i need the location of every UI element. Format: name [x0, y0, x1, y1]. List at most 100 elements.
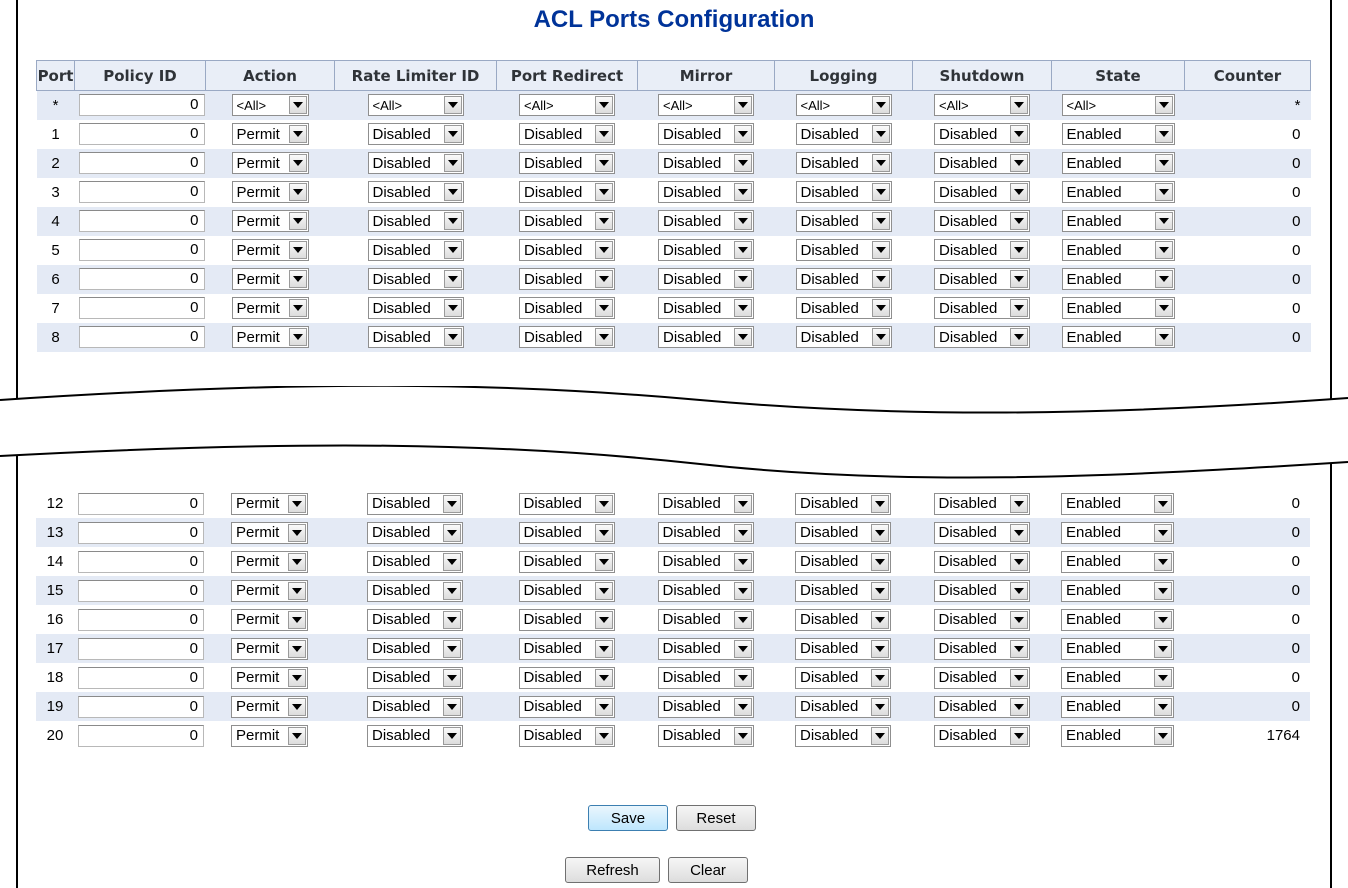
shutdown-select[interactable]: Disabled — [934, 210, 1030, 232]
rate-limiter-select[interactable]: Disabled — [367, 637, 463, 660]
shutdown-select[interactable]: Disabled — [934, 326, 1030, 348]
state-select[interactable]: <All> — [1061, 94, 1175, 117]
logging-select[interactable]: Disabled — [795, 608, 891, 631]
chevron-down-icon[interactable] — [288, 552, 306, 571]
mirror-select[interactable]: <All> — [658, 94, 754, 117]
port-redirect-select[interactable]: Disabled — [519, 152, 615, 174]
state-select[interactable]: Enabled — [1061, 550, 1174, 573]
shutdown-select[interactable]: Disabled — [933, 724, 1030, 747]
action-select[interactable]: Permit — [231, 239, 309, 261]
port-redirect-select[interactable]: Disabled — [519, 123, 615, 145]
chevron-down-icon[interactable] — [443, 154, 462, 172]
port-redirect-select[interactable]: Disabled — [519, 297, 615, 319]
chevron-down-icon[interactable] — [1010, 183, 1028, 201]
policy-id-input[interactable]: 0 — [78, 239, 205, 261]
chevron-down-icon[interactable] — [1154, 668, 1172, 687]
chevron-down-icon[interactable] — [594, 726, 613, 745]
chevron-down-icon[interactable] — [288, 610, 306, 629]
logging-select[interactable]: Disabled — [795, 239, 892, 261]
chevron-down-icon[interactable] — [594, 610, 613, 629]
chevron-down-icon[interactable] — [595, 183, 613, 201]
logging-select[interactable]: Disabled — [795, 123, 892, 145]
mirror-select[interactable]: Disabled — [658, 181, 754, 203]
port-redirect-select[interactable]: Disabled — [519, 326, 615, 348]
rate-limiter-select[interactable]: <All> — [367, 94, 464, 117]
chevron-down-icon[interactable] — [288, 125, 307, 143]
chevron-down-icon[interactable] — [871, 270, 890, 288]
chevron-down-icon[interactable] — [443, 697, 461, 716]
chevron-down-icon[interactable] — [1010, 299, 1028, 317]
policy-id-input[interactable]: 0 — [78, 297, 205, 319]
state-select[interactable]: Enabled — [1061, 521, 1174, 544]
chevron-down-icon[interactable] — [733, 697, 752, 716]
chevron-down-icon[interactable] — [1009, 610, 1028, 629]
chevron-down-icon[interactable] — [1154, 270, 1173, 288]
chevron-down-icon[interactable] — [871, 523, 889, 542]
chevron-down-icon[interactable] — [594, 552, 613, 571]
chevron-down-icon[interactable] — [443, 668, 461, 687]
chevron-down-icon[interactable] — [1154, 241, 1173, 259]
chevron-down-icon[interactable] — [1010, 125, 1028, 143]
chevron-down-icon[interactable] — [288, 96, 307, 115]
state-select[interactable]: Enabled — [1061, 297, 1175, 319]
action-select[interactable]: Permit — [231, 326, 309, 348]
chevron-down-icon[interactable] — [1154, 212, 1173, 230]
rate-limiter-select[interactable]: Disabled — [367, 326, 464, 348]
mirror-select[interactable]: Disabled — [657, 724, 754, 747]
chevron-down-icon[interactable] — [443, 270, 462, 288]
action-select[interactable]: Permit — [231, 637, 308, 660]
chevron-down-icon[interactable] — [288, 523, 306, 542]
port-redirect-select[interactable]: Disabled — [519, 181, 615, 203]
chevron-down-icon[interactable] — [288, 697, 306, 716]
chevron-down-icon[interactable] — [594, 668, 613, 687]
chevron-down-icon[interactable] — [1154, 552, 1172, 571]
chevron-down-icon[interactable] — [288, 328, 307, 346]
action-select[interactable]: Permit — [231, 579, 308, 602]
state-select[interactable]: Enabled — [1061, 608, 1174, 631]
rate-limiter-select[interactable]: Disabled — [367, 608, 463, 631]
chevron-down-icon[interactable] — [1010, 270, 1028, 288]
rate-limiter-select[interactable]: Disabled — [367, 579, 463, 602]
chevron-down-icon[interactable] — [1009, 697, 1028, 716]
chevron-down-icon[interactable] — [871, 328, 890, 346]
chevron-down-icon[interactable] — [1154, 523, 1172, 542]
chevron-down-icon[interactable] — [871, 639, 889, 658]
state-select[interactable]: Enabled — [1061, 326, 1175, 348]
logging-select[interactable]: Disabled — [795, 637, 891, 660]
chevron-down-icon[interactable] — [1154, 581, 1172, 600]
port-redirect-select[interactable]: Disabled — [518, 521, 615, 544]
save-button[interactable]: Save — [588, 805, 668, 831]
mirror-select[interactable]: Disabled — [657, 550, 754, 573]
port-redirect-select[interactable]: Disabled — [518, 608, 615, 631]
port-redirect-select[interactable]: Disabled — [518, 724, 615, 747]
mirror-select[interactable]: Disabled — [658, 210, 754, 232]
chevron-down-icon[interactable] — [1154, 697, 1172, 716]
state-select[interactable]: Enabled — [1061, 152, 1175, 174]
policy-id-input[interactable]: 0 — [78, 268, 205, 290]
chevron-down-icon[interactable] — [871, 96, 890, 115]
chevron-down-icon[interactable] — [443, 639, 461, 658]
port-redirect-select[interactable]: Disabled — [518, 695, 615, 718]
chevron-down-icon[interactable] — [1010, 328, 1028, 346]
rate-limiter-select[interactable]: Disabled — [367, 695, 463, 718]
chevron-down-icon[interactable] — [1010, 241, 1028, 259]
logging-select[interactable]: Disabled — [795, 521, 891, 544]
mirror-select[interactable]: Disabled — [657, 666, 754, 689]
port-redirect-select[interactable]: Disabled — [518, 550, 615, 573]
state-select[interactable]: Enabled — [1061, 239, 1175, 261]
chevron-down-icon[interactable] — [1154, 125, 1173, 143]
action-select[interactable]: <All> — [231, 94, 309, 117]
chevron-down-icon[interactable] — [443, 523, 461, 542]
chevron-down-icon[interactable] — [288, 639, 306, 658]
mirror-select[interactable]: Disabled — [657, 608, 754, 631]
chevron-down-icon[interactable] — [734, 96, 752, 115]
chevron-down-icon[interactable] — [1009, 552, 1028, 571]
action-select[interactable]: Permit — [231, 550, 308, 573]
port-redirect-select[interactable]: Disabled — [519, 268, 615, 290]
state-select[interactable]: Enabled — [1061, 724, 1174, 747]
policy-id-input[interactable]: 0 — [78, 724, 204, 747]
chevron-down-icon[interactable] — [288, 212, 307, 230]
chevron-down-icon[interactable] — [1009, 523, 1028, 542]
logging-select[interactable]: Disabled — [795, 181, 892, 203]
rate-limiter-select[interactable]: Disabled — [367, 123, 464, 145]
